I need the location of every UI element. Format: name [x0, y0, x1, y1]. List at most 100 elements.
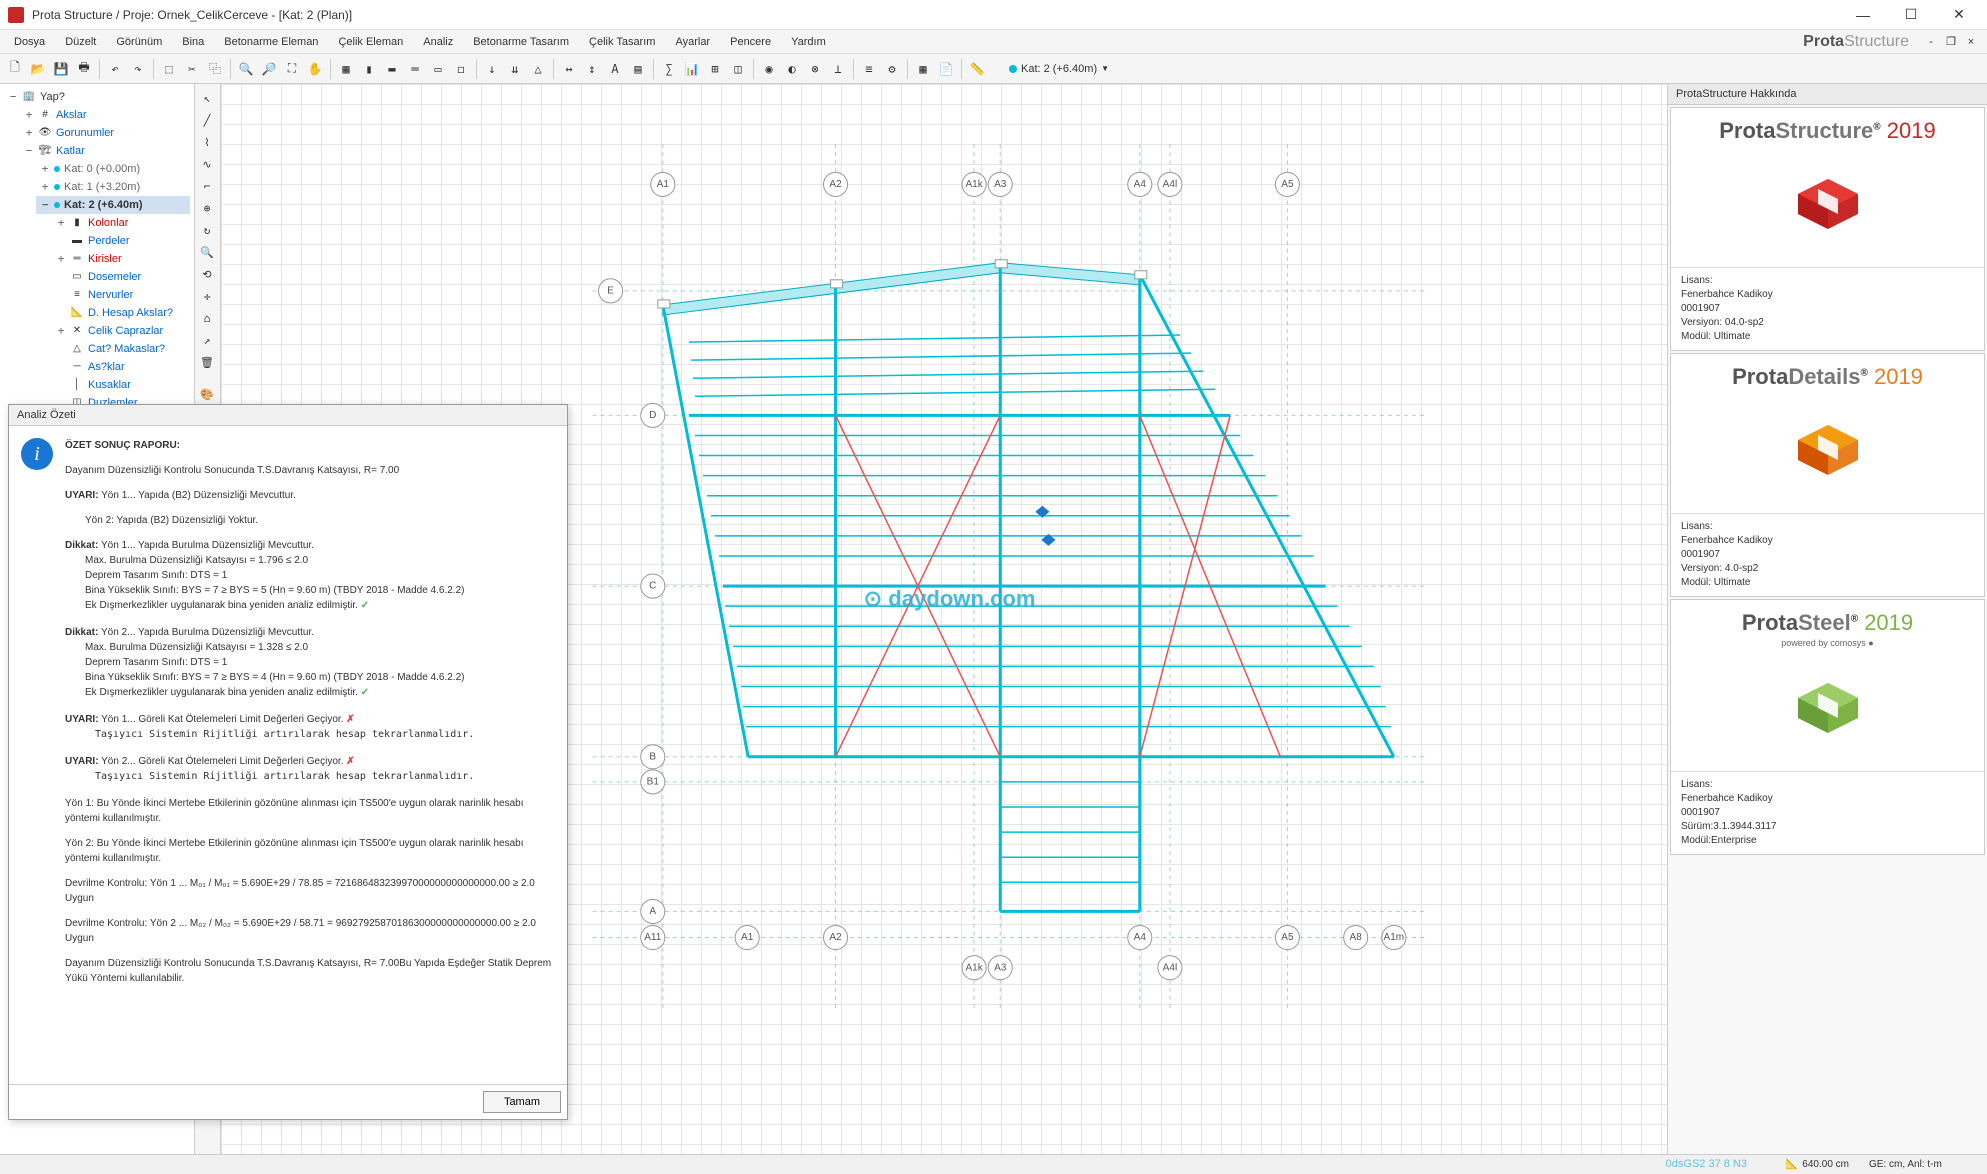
- undo-icon[interactable]: ↶: [104, 58, 126, 80]
- tree-perdeler[interactable]: ▬Perdeler: [52, 232, 190, 250]
- polyline-icon[interactable]: ⌇: [197, 132, 217, 152]
- rotate-icon[interactable]: ↻: [197, 220, 217, 240]
- export-icon[interactable]: ↗: [197, 330, 217, 350]
- target-icon[interactable]: ⊕: [197, 198, 217, 218]
- dim-vertical-icon[interactable]: ↕: [581, 58, 603, 80]
- pointer-icon[interactable]: ↖: [197, 88, 217, 108]
- select-icon[interactable]: ⬚: [158, 58, 180, 80]
- tree-root[interactable]: −🏢Yap?: [4, 88, 190, 106]
- curve-icon[interactable]: ∿: [197, 154, 217, 174]
- delete-icon[interactable]: 🗑: [197, 352, 217, 372]
- canvas-watermark: ⊙ daydown.com: [864, 586, 1036, 611]
- table-icon[interactable]: ▦: [912, 58, 934, 80]
- brand-logo: ProtaStructure: [1803, 33, 1919, 51]
- snap-int-icon[interactable]: ⊗: [804, 58, 826, 80]
- mdi-minimize[interactable]: -: [1923, 34, 1939, 50]
- minimize-button[interactable]: —: [1843, 3, 1883, 27]
- svg-text:A3: A3: [994, 962, 1007, 973]
- section-icon[interactable]: ⊞: [704, 58, 726, 80]
- open-icon[interactable]: 📂: [27, 58, 49, 80]
- tree-kat2[interactable]: −Kat: 2 (+6.40m): [36, 196, 190, 214]
- zoom-window-icon[interactable]: 🔍: [197, 242, 217, 262]
- svg-text:B: B: [649, 751, 656, 762]
- print-icon[interactable]: 🖶: [73, 58, 95, 80]
- zoom-in-icon[interactable]: 🔍: [235, 58, 257, 80]
- home-icon[interactable]: ⌂: [197, 308, 217, 328]
- tree-kirisler[interactable]: +═Kirisler: [52, 250, 190, 268]
- pan-icon[interactable]: ✋: [304, 58, 326, 80]
- tree-d-hesap[interactable]: 📐D. Hesap Akslar?: [52, 304, 190, 322]
- menu-gorunum[interactable]: Görünüm: [106, 34, 172, 50]
- copy-icon[interactable]: ⿻: [204, 58, 226, 80]
- tree-kusaklar[interactable]: │Kusaklar: [52, 376, 190, 394]
- tree-katlar[interactable]: −🏗Katlar: [20, 142, 190, 160]
- zoom-out-icon[interactable]: 🔎: [258, 58, 280, 80]
- mdi-restore[interactable]: ❐: [1943, 34, 1959, 50]
- new-icon[interactable]: 🗋: [4, 58, 26, 80]
- tree-asiklar[interactable]: ─As?klar: [52, 358, 190, 376]
- grid-bubbles-left: E D C B B1 A A11: [599, 279, 665, 950]
- tree-kat1[interactable]: +Kat: 1 (+3.20m): [36, 178, 190, 196]
- save-icon[interactable]: 💾: [50, 58, 72, 80]
- redo-icon[interactable]: ↷: [127, 58, 149, 80]
- ok-button[interactable]: Tamam: [483, 1091, 561, 1113]
- app-icon: [8, 7, 24, 23]
- 3d-icon[interactable]: ◫: [727, 58, 749, 80]
- results-icon[interactable]: 📊: [681, 58, 703, 80]
- menu-ayarlar[interactable]: Ayarlar: [665, 34, 720, 50]
- palette-icon[interactable]: 🎨: [197, 384, 217, 404]
- menu-dosya[interactable]: Dosya: [4, 34, 55, 50]
- menu-duzelt[interactable]: Düzelt: [55, 34, 106, 50]
- analysis-icon[interactable]: ∑: [658, 58, 680, 80]
- text-icon[interactable]: A: [604, 58, 626, 80]
- slab-icon[interactable]: ▭: [427, 58, 449, 80]
- snap-end-icon[interactable]: ◉: [758, 58, 780, 80]
- line-icon[interactable]: ╱: [197, 110, 217, 130]
- floor-indicator[interactable]: Kat: 2 (+6.40m) ▼: [1009, 63, 1109, 75]
- crosshair-icon[interactable]: ✛: [197, 286, 217, 306]
- corner-icon[interactable]: ⌐: [197, 176, 217, 196]
- menu-celik-eleman[interactable]: Çelik Eleman: [328, 34, 413, 50]
- tree-kat0[interactable]: +Kat: 0 (+0.00m): [36, 160, 190, 178]
- hatch-icon[interactable]: ▤: [627, 58, 649, 80]
- menu-celik-tasarim[interactable]: Çelik Tasarım: [579, 34, 665, 50]
- grid-bubbles-top: A1 A2 A1k A3 A4 A4l A5: [651, 172, 1300, 196]
- mdi-close[interactable]: ×: [1963, 34, 1979, 50]
- svg-text:A2: A2: [829, 179, 842, 190]
- menu-betonarme-eleman[interactable]: Betonarme Eleman: [214, 34, 328, 50]
- wall-icon[interactable]: ▬: [381, 58, 403, 80]
- tree-dosemeler[interactable]: ▭Dosemeler: [52, 268, 190, 286]
- svg-text:A: A: [649, 906, 656, 917]
- cut-icon[interactable]: ✂: [181, 58, 203, 80]
- dim-horizontal-icon[interactable]: ↔: [558, 58, 580, 80]
- report-icon[interactable]: 📄: [935, 58, 957, 80]
- tree-cati-makas[interactable]: △Cat? Makaslar?: [52, 340, 190, 358]
- beam-icon[interactable]: ═: [404, 58, 426, 80]
- tree-kolonlar[interactable]: +▮Kolonlar: [52, 214, 190, 232]
- menu-pencere[interactable]: Pencere: [720, 34, 781, 50]
- support-icon[interactable]: △: [527, 58, 549, 80]
- tree-nervurler[interactable]: ≡Nervurler: [52, 286, 190, 304]
- layers-icon[interactable]: ≡: [858, 58, 880, 80]
- menu-bina[interactable]: Bina: [172, 34, 214, 50]
- menu-betonarme-tasarim[interactable]: Betonarme Tasarım: [463, 34, 579, 50]
- close-button[interactable]: ✕: [1939, 3, 1979, 27]
- snap-perp-icon[interactable]: ⊥: [827, 58, 849, 80]
- grid-bubbles-bottom: A1 A2 A1k A3 A4 A4l A5 A8 A1m: [735, 925, 1406, 979]
- tree-celik-capraz[interactable]: +✕Celik Caprazlar: [52, 322, 190, 340]
- load-icon[interactable]: ↓: [481, 58, 503, 80]
- maximize-button[interactable]: ☐: [1891, 3, 1931, 27]
- zoom-extents-icon[interactable]: ⛶: [281, 58, 303, 80]
- scale-icon[interactable]: 📏: [966, 58, 988, 80]
- line-load-icon[interactable]: ⇊: [504, 58, 526, 80]
- refresh-icon[interactable]: ⟲: [197, 264, 217, 284]
- grid-icon[interactable]: ▦: [335, 58, 357, 80]
- snap-mid-icon[interactable]: ◐: [781, 58, 803, 80]
- tree-gorunumler[interactable]: +👁Gorunumler: [20, 124, 190, 142]
- menu-analiz[interactable]: Analiz: [413, 34, 463, 50]
- opening-icon[interactable]: ◻: [450, 58, 472, 80]
- column-icon[interactable]: ▮: [358, 58, 380, 80]
- properties-icon[interactable]: ⚙: [881, 58, 903, 80]
- tree-akslar[interactable]: +#Akslar: [20, 106, 190, 124]
- menu-yardim[interactable]: Yardım: [781, 34, 836, 50]
